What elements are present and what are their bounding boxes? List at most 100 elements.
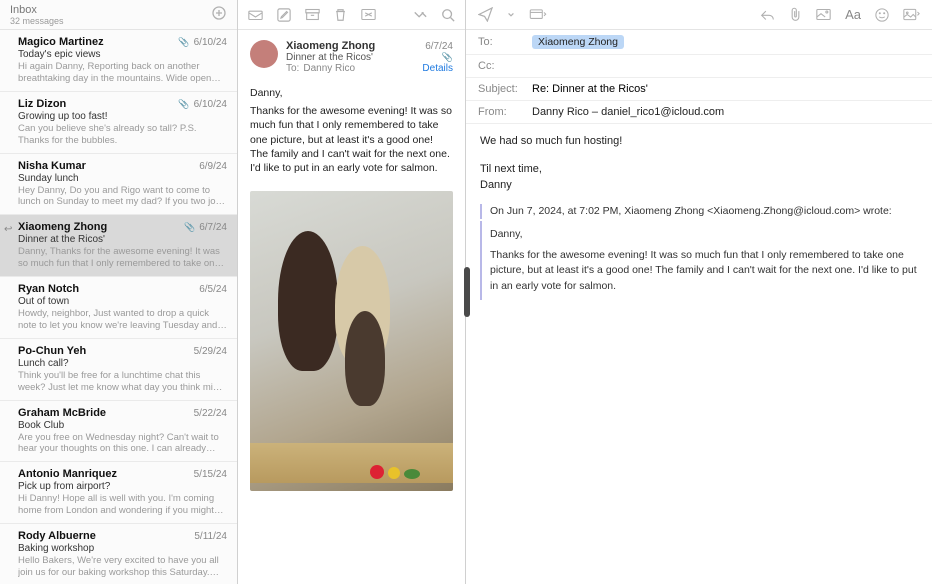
quote-body: Danny, Thanks for the awesome evening! I…	[480, 221, 918, 300]
send-icon[interactable]	[478, 7, 493, 22]
attachment-icon: 📎	[178, 37, 189, 48]
message-item[interactable]: Rody Albuerne 5/11/24Baking workshopHello…	[0, 524, 237, 584]
inbox-header: Inbox 32 messages	[0, 0, 237, 30]
message-item[interactable]: ↩ Xiaomeng Zhong 📎 6/7/24Dinner at the Rico…	[0, 215, 237, 277]
scan-icon[interactable]	[816, 8, 831, 21]
trash-icon[interactable]	[334, 8, 347, 22]
attach-icon[interactable]	[789, 7, 802, 22]
message-preview: Are you free on Wednesday night? Can't w…	[18, 432, 227, 456]
message-date: 5/15/24	[194, 469, 227, 480]
reading-subject: Dinner at the Ricos'	[286, 52, 373, 63]
avatar	[250, 40, 278, 68]
compose-toolbar: Aa	[466, 0, 932, 30]
message-preview: Howdy, neighbor, Just wanted to drop a q…	[18, 308, 227, 332]
search-icon[interactable]	[441, 8, 455, 22]
reading-body: Danny, Thanks for the awesome evening! I…	[238, 82, 465, 179]
message-preview: Hi Danny! Hope all is well with you. I'm…	[18, 493, 227, 517]
message-item[interactable]: Nisha Kumar 6/9/24Sunday lunchHey Danny, …	[0, 154, 237, 216]
message-subject: Sunday lunch	[18, 173, 227, 184]
split-view-handle[interactable]	[464, 267, 470, 317]
message-item[interactable]: Po-Chun Yeh5/29/24Lunch call?Think you'l…	[0, 339, 237, 401]
message-subject: Dinner at the Ricos'	[18, 234, 227, 245]
inbox-column: Inbox 32 messages Magico Martinez📎6/10/2…	[0, 0, 238, 584]
cc-input[interactable]	[532, 60, 920, 72]
message-date: 6/5/24	[199, 284, 227, 295]
header-options-icon[interactable]	[529, 9, 547, 21]
attachment-icon: 📎	[178, 99, 189, 110]
message-preview: Can you believe she's already so tall? P…	[18, 123, 227, 147]
filter-icon[interactable]	[211, 5, 227, 24]
reading-body-text: Thanks for the awesome evening! It was s…	[250, 104, 453, 175]
message-date: 6/10/24	[194, 37, 227, 48]
mailbox-icon[interactable]	[248, 8, 263, 21]
compose-cc-row[interactable]: Cc:	[466, 55, 932, 78]
message-subject: Baking workshop	[18, 543, 227, 554]
compose-body[interactable]: We had so much fun hosting! Til next tim…	[466, 124, 932, 310]
quote-header: On Jun 7, 2024, at 7:02 PM, Xiaomeng Zho…	[480, 204, 918, 219]
compose-pane: Aa To: Xiaomeng Zhong Cc: Subject: From:…	[466, 0, 932, 584]
inbox-title: Inbox	[10, 4, 211, 16]
compose-subject-row[interactable]: Subject:	[466, 78, 932, 101]
reading-from: Xiaomeng Zhong	[286, 40, 375, 52]
message-item[interactable]: Ryan Notch6/5/24Out of townHowdy, neighb…	[0, 277, 237, 339]
from-value: Danny Rico – daniel_rico1@icloud.com	[532, 106, 920, 118]
photo-browser-icon[interactable]	[903, 8, 920, 21]
message-from: Rody Albuerne	[18, 530, 190, 542]
emoji-icon[interactable]	[875, 8, 889, 22]
compose-line3: Danny	[480, 178, 918, 194]
archive-icon[interactable]	[305, 8, 320, 21]
message-subject: Today's epic views	[18, 49, 227, 60]
message-subject: Pick up from airport?	[18, 481, 227, 492]
subject-input[interactable]	[532, 83, 920, 95]
inbox-count: 32 messages	[10, 16, 211, 26]
reading-greeting: Danny,	[250, 86, 453, 100]
send-later-chevron-icon[interactable]	[507, 11, 515, 19]
details-link[interactable]: Details	[422, 63, 453, 74]
message-preview: Hello Bakers, We're very excited to have…	[18, 555, 227, 579]
replied-icon: ↩	[4, 224, 12, 235]
quote-greeting: Danny,	[490, 227, 918, 242]
message-list[interactable]: Magico Martinez📎6/10/24Today's epic view…	[0, 30, 237, 584]
cc-label: Cc:	[478, 60, 526, 72]
message-from: Xiaomeng Zhong	[18, 221, 180, 233]
from-label: From:	[478, 106, 526, 118]
message-item[interactable]: Antonio Manriquez5/15/24Pick up from air…	[0, 462, 237, 524]
compose-from-row[interactable]: From: Danny Rico – daniel_rico1@icloud.c…	[466, 101, 932, 124]
reading-to-value: Danny Rico	[303, 63, 355, 74]
message-preview: Hi again Danny, Reporting back on anothe…	[18, 61, 227, 85]
attachment-icon: 📎	[442, 52, 453, 63]
message-date: 6/7/24	[199, 222, 227, 233]
message-subject: Growing up too fast!	[18, 111, 227, 122]
quote-text: Thanks for the awesome evening! It was s…	[490, 248, 918, 294]
message-from: Ryan Notch	[18, 283, 195, 295]
message-from: Po-Chun Yeh	[18, 345, 190, 357]
compose-to-row[interactable]: To: Xiaomeng Zhong	[466, 30, 932, 55]
message-from: Liz Dizon	[18, 98, 174, 110]
to-label: To:	[478, 36, 526, 48]
message-date: 5/11/24	[194, 531, 227, 542]
reply-icon[interactable]	[760, 8, 775, 21]
reading-to-label: To:	[286, 63, 299, 74]
message-date: 6/9/24	[199, 161, 227, 172]
message-preview: Danny, Thanks for the awesome evening! I…	[18, 246, 227, 270]
subject-label: Subject:	[478, 83, 526, 95]
message-from: Nisha Kumar	[18, 160, 195, 172]
compose-line1: We had so much fun hosting!	[480, 134, 918, 150]
recipient-pill[interactable]: Xiaomeng Zhong	[532, 35, 624, 49]
format-icon[interactable]: Aa	[845, 7, 861, 22]
email-image-attachment[interactable]	[250, 191, 453, 491]
message-item[interactable]: Magico Martinez📎6/10/24Today's epic view…	[0, 30, 237, 92]
more-icon[interactable]	[413, 10, 427, 20]
junk-icon[interactable]	[361, 8, 376, 21]
attachment-icon: 📎	[184, 222, 195, 233]
reading-toolbar	[238, 0, 465, 30]
compose-icon[interactable]	[277, 8, 291, 22]
message-item[interactable]: Graham McBride5/22/24Book ClubAre you fr…	[0, 401, 237, 463]
reading-pane: Xiaomeng Zhong 6/7/24 Dinner at the Rico…	[238, 0, 466, 584]
message-header: Xiaomeng Zhong 6/7/24 Dinner at the Rico…	[238, 30, 465, 82]
message-item[interactable]: Liz Dizon 📎 6/10/24Growing up too fast!Can…	[0, 92, 237, 154]
message-preview: Hey Danny, Do you and Rigo want to come …	[18, 185, 227, 209]
message-date: 5/22/24	[194, 408, 227, 419]
reading-date: 6/7/24	[425, 41, 453, 52]
message-date: 6/10/24	[194, 99, 227, 110]
